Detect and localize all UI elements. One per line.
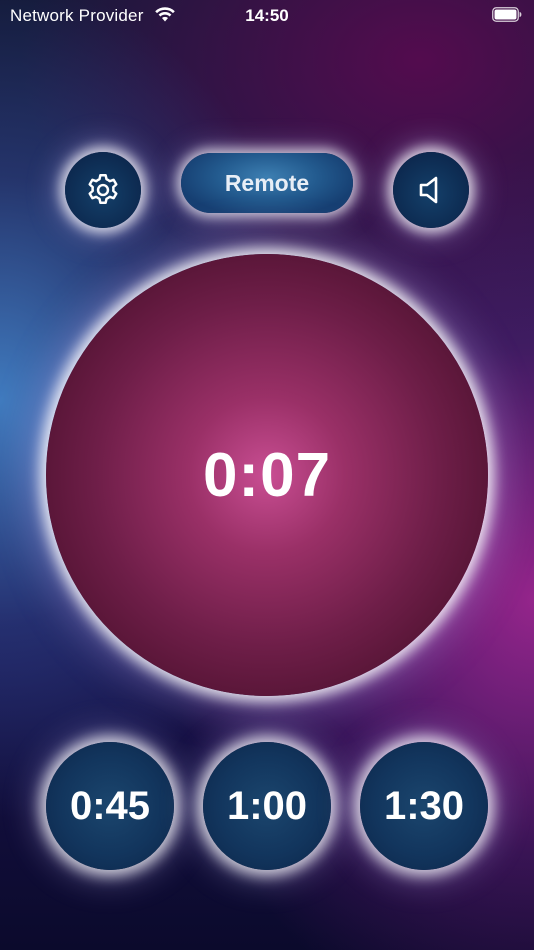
timer-display: 0:07 bbox=[202, 440, 332, 510]
gear-icon bbox=[88, 174, 118, 204]
remote-button[interactable]: Remote bbox=[181, 153, 353, 213]
settings-button[interactable] bbox=[65, 152, 141, 228]
preset-button-1-00[interactable]: 1:00 bbox=[203, 742, 331, 870]
status-time: 14:50 bbox=[245, 6, 289, 25]
preset-button-0-45[interactable]: 0:45 bbox=[46, 742, 174, 870]
speaker-icon bbox=[419, 176, 438, 204]
timer-button[interactable]: 0:07 bbox=[46, 254, 488, 696]
preset-button-1-30[interactable]: 1:30 bbox=[360, 742, 488, 870]
battery-icon bbox=[492, 7, 522, 22]
sound-button[interactable] bbox=[393, 152, 469, 228]
status-bar: Network Provider 14:50 bbox=[0, 0, 534, 32]
